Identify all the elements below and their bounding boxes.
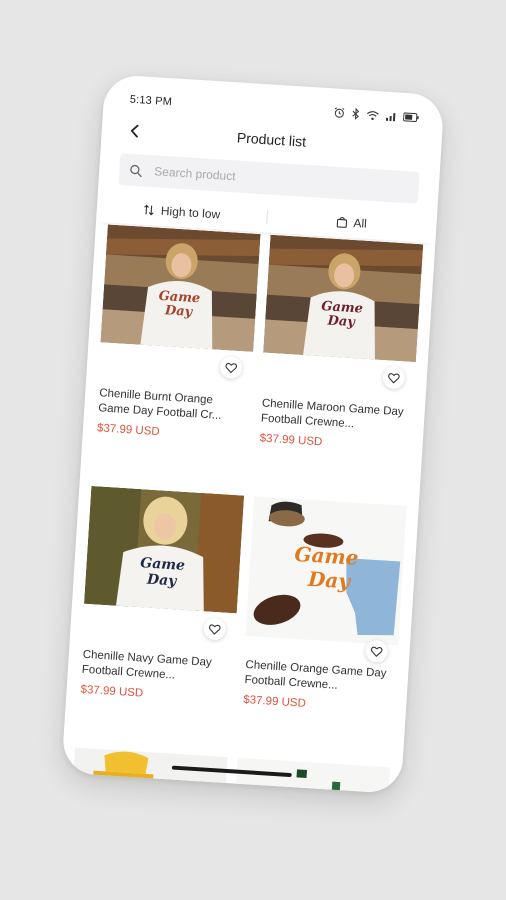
heart-icon [370, 646, 383, 657]
svg-text:Day: Day [163, 303, 194, 320]
product-name[interactable]: Chenille Maroon Game Day Football Crewne… [260, 397, 407, 436]
status-time: 5:13 PM [129, 93, 173, 109]
product-grid: Game Day Chenille Burnt Orange Game Day … [75, 224, 424, 767]
heart-icon [225, 362, 238, 373]
product-card[interactable]: Game Day Chenille Orange Game Day Footba… [238, 496, 407, 767]
product-name[interactable]: Chenille Burnt Orange Game Day Football … [98, 386, 245, 425]
page-title: Product list [236, 129, 307, 150]
product-price: $37.99 USD [96, 422, 160, 439]
wifi-icon [367, 110, 379, 120]
favorite-button[interactable] [364, 639, 389, 663]
svg-text:Day: Day [306, 567, 352, 594]
svg-text:Day: Day [326, 313, 357, 330]
category-filter-button[interactable]: All [267, 210, 437, 235]
favorite-button[interactable] [219, 355, 243, 380]
sort-icon [144, 204, 154, 216]
status-icons [333, 106, 420, 123]
product-name[interactable]: Chenille Orange Game Day Football Crewne… [244, 658, 391, 697]
phone-frame: 5:13 PM Product list High to low All [61, 74, 445, 794]
product-card[interactable]: Game Day Chenille Maroon Game Day Footba… [254, 234, 424, 506]
signal-icon [385, 112, 396, 121]
sort-label: High to low [160, 203, 221, 222]
product-image[interactable]: Game Day [84, 485, 245, 614]
product-card[interactable]: Game Day Chenille Burnt Orange Game Day … [91, 224, 261, 495]
product-image[interactable]: Game Day [100, 224, 261, 352]
product-price: $37.99 USD [242, 693, 307, 710]
product-image[interactable]: Game Day [245, 496, 407, 646]
shopping-bag-icon [336, 216, 348, 228]
heart-icon [209, 623, 221, 635]
product-name[interactable]: Chenille Navy Game Day Football Crewne..… [81, 648, 228, 687]
sort-filter-button[interactable]: High to low [97, 200, 267, 225]
chevron-left-icon [130, 124, 139, 138]
search-input[interactable] [151, 163, 377, 194]
bluetooth-icon [352, 107, 360, 120]
product-card[interactable]: Game Day Chenille Navy Game Day Football… [75, 485, 245, 757]
svg-text:Day: Day [145, 572, 177, 590]
product-price: $37.99 USD [259, 432, 323, 449]
category-label: All [353, 215, 368, 231]
favorite-button[interactable] [203, 617, 227, 641]
back-button[interactable] [123, 119, 146, 142]
favorite-button[interactable] [382, 366, 406, 390]
product-price: $37.99 USD [80, 683, 144, 700]
alarm-icon [334, 107, 345, 118]
product-image[interactable]: Game Day [263, 234, 424, 363]
battery-icon [403, 112, 419, 123]
search-icon [130, 164, 142, 177]
heart-icon [388, 372, 400, 383]
